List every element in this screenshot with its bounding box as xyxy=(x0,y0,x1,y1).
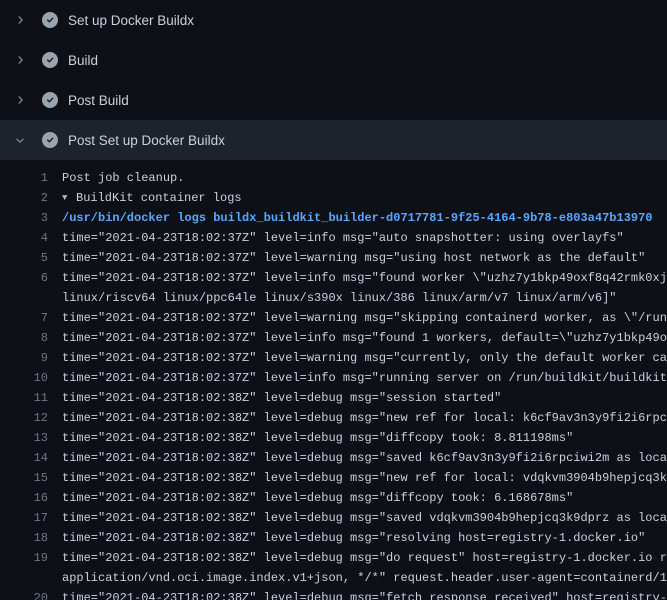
log-line-number[interactable]: 13 xyxy=(0,428,48,448)
log-line-text: time="2021-04-23T18:02:37Z" level=info m… xyxy=(62,268,667,288)
step-row-setup-docker-buildx[interactable]: Set up Docker Buildx xyxy=(0,0,667,40)
chevron-right-icon xyxy=(12,12,28,28)
log-line-text: time="2021-04-23T18:02:38Z" level=debug … xyxy=(62,388,501,408)
step-row-build[interactable]: Build xyxy=(0,40,667,80)
log-line-number[interactable]: 7 xyxy=(0,308,48,328)
log-line-number xyxy=(0,568,48,588)
log-line-number[interactable]: 20 xyxy=(0,588,48,600)
log-line-number[interactable]: 17 xyxy=(0,508,48,528)
log-line-text: time="2021-04-23T18:02:37Z" level=warnin… xyxy=(62,348,667,368)
log-line-text: time="2021-04-23T18:02:38Z" level=debug … xyxy=(62,508,667,528)
log-line-text: time="2021-04-23T18:02:38Z" level=debug … xyxy=(62,428,573,448)
log-line-text: time="2021-04-23T18:02:37Z" level=warnin… xyxy=(62,248,645,268)
log-line-number[interactable]: 4 xyxy=(0,228,48,248)
log-line-text: time="2021-04-23T18:02:37Z" level=info m… xyxy=(62,228,624,248)
log-line-number[interactable]: 11 xyxy=(0,388,48,408)
log-line-text: time="2021-04-23T18:02:38Z" level=debug … xyxy=(62,448,667,468)
log-line-text: time="2021-04-23T18:02:38Z" level=debug … xyxy=(62,468,667,488)
log-line: 4 time="2021-04-23T18:02:37Z" level=info … xyxy=(0,228,667,248)
log-line: 12 time="2021-04-23T18:02:38Z" level=debu… xyxy=(0,408,667,428)
log-line: 14 time="2021-04-23T18:02:38Z" level=debu… xyxy=(0,448,667,468)
log-line-text: BuildKit container logs xyxy=(76,188,242,208)
log-line-text: application/vnd.oci.image.index.v1+json,… xyxy=(62,568,667,588)
step-label: Set up Docker Buildx xyxy=(68,13,194,28)
log-line-text: time="2021-04-23T18:02:38Z" level=debug … xyxy=(62,588,667,600)
step-label: Post Build xyxy=(68,93,129,108)
log-line-text: time="2021-04-23T18:02:37Z" level=info m… xyxy=(62,368,667,388)
log-line-number[interactable]: 18 xyxy=(0,528,48,548)
log-line-text: time="2021-04-23T18:02:38Z" level=debug … xyxy=(62,548,667,568)
log-line: 7 time="2021-04-23T18:02:37Z" level=warni… xyxy=(0,308,667,328)
log-line: 19 time="2021-04-23T18:02:38Z" level=debu… xyxy=(0,548,667,568)
log-line-text: time="2021-04-23T18:02:38Z" level=debug … xyxy=(62,408,667,428)
log-line: 16 time="2021-04-23T18:02:38Z" level=debu… xyxy=(0,488,667,508)
log-line: 10 time="2021-04-23T18:02:37Z" level=info… xyxy=(0,368,667,388)
log-line-number[interactable]: 16 xyxy=(0,488,48,508)
log-line-number[interactable]: 10 xyxy=(0,368,48,388)
log-line: 13 time="2021-04-23T18:02:38Z" level=debu… xyxy=(0,428,667,448)
log-line: 9 time="2021-04-23T18:02:37Z" level=warni… xyxy=(0,348,667,368)
log-line-text: time="2021-04-23T18:02:37Z" level=info m… xyxy=(62,328,667,348)
log-line: 6 time="2021-04-23T18:02:37Z" level=info … xyxy=(0,268,667,288)
log-line: 18 time="2021-04-23T18:02:38Z" level=debu… xyxy=(0,528,667,548)
log-line-number[interactable]: 9 xyxy=(0,348,48,368)
log-line-number[interactable]: 6 xyxy=(0,268,48,288)
log-line-number[interactable]: 2 xyxy=(0,188,48,208)
triangle-down-icon[interactable]: ▼ xyxy=(62,188,76,208)
log-line: 15 time="2021-04-23T18:02:38Z" level=debu… xyxy=(0,468,667,488)
log-line: 1 Post job cleanup. xyxy=(0,168,667,188)
log-line-number[interactable]: 1 xyxy=(0,168,48,188)
log-line-number[interactable]: 12 xyxy=(0,408,48,428)
log-line-number[interactable]: 19 xyxy=(0,548,48,568)
log-group-line[interactable]: 2 ▼BuildKit container logs xyxy=(0,188,667,208)
workflow-log-viewer: Set up Docker Buildx Build Post Build xyxy=(0,0,667,600)
log-line-number[interactable]: 5 xyxy=(0,248,48,268)
step-label: Build xyxy=(68,53,98,68)
log-line-text: time="2021-04-23T18:02:38Z" level=debug … xyxy=(62,488,573,508)
log-line-number xyxy=(0,288,48,308)
log-line-text: time="2021-04-23T18:02:37Z" level=warnin… xyxy=(62,308,667,328)
log-line-number[interactable]: 14 xyxy=(0,448,48,468)
log-line-text: linux/riscv64 linux/ppc64le linux/s390x … xyxy=(62,288,617,308)
log-line-text: Post job cleanup. xyxy=(62,168,184,188)
step-row-post-build[interactable]: Post Build xyxy=(0,80,667,120)
steps-list: Set up Docker Buildx Build Post Build xyxy=(0,0,667,160)
log-command-text: /usr/bin/docker logs buildx_buildkit_bui… xyxy=(62,208,653,228)
step-label: Post Set up Docker Buildx xyxy=(68,133,225,148)
check-circle-icon xyxy=(42,12,58,28)
check-circle-icon xyxy=(42,52,58,68)
log-line-number[interactable]: 15 xyxy=(0,468,48,488)
chevron-right-icon xyxy=(12,92,28,108)
log-line-text: time="2021-04-23T18:02:38Z" level=debug … xyxy=(62,528,645,548)
log-panel: 1 Post job cleanup. 2 ▼BuildKit container l… xyxy=(0,160,667,600)
check-circle-icon xyxy=(42,132,58,148)
log-line: 8 time="2021-04-23T18:02:37Z" level=info … xyxy=(0,328,667,348)
log-line: 17 time="2021-04-23T18:02:38Z" level=debu… xyxy=(0,508,667,528)
chevron-right-icon xyxy=(12,52,28,68)
log-line: 3/usr/bin/docker logs buildx_buildkit_bu… xyxy=(0,208,667,228)
log-line: application/vnd.oci.image.index.v1+json,… xyxy=(0,568,667,588)
log-line: 11 time="2021-04-23T18:02:38Z" level=debu… xyxy=(0,388,667,408)
log-line: 5 time="2021-04-23T18:02:37Z" level=warni… xyxy=(0,248,667,268)
log-line: linux/riscv64 linux/ppc64le linux/s390x … xyxy=(0,288,667,308)
log-line-number[interactable]: 3 xyxy=(0,208,48,228)
check-circle-icon xyxy=(42,92,58,108)
step-row-post-setup-docker-buildx[interactable]: Post Set up Docker Buildx xyxy=(0,120,667,160)
log-line-number[interactable]: 8 xyxy=(0,328,48,348)
chevron-down-icon xyxy=(12,132,28,148)
log-line: 20 time="2021-04-23T18:02:38Z" level=debu… xyxy=(0,588,667,600)
